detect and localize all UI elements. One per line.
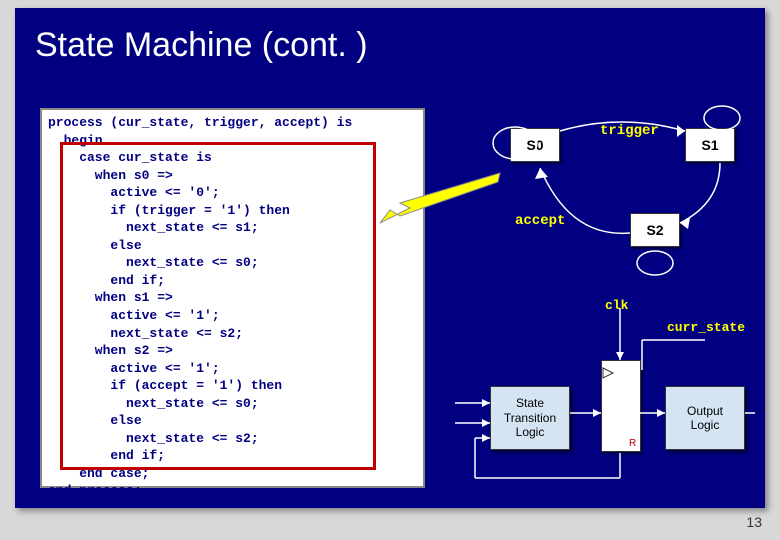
- code-line: active <= '1';: [48, 307, 417, 325]
- block-wires-icon: [455, 308, 755, 488]
- code-line: end case;: [48, 465, 417, 483]
- code-line: next_state <= s0;: [48, 254, 417, 272]
- slide: State Machine (cont. ) process (cur_stat…: [15, 8, 765, 508]
- code-line: end if;: [48, 272, 417, 290]
- code-line: end process;: [48, 482, 417, 500]
- code-line: case cur_state is: [48, 149, 417, 167]
- code-line: begin: [48, 132, 417, 150]
- code-line: end if;: [48, 447, 417, 465]
- code-line: process (cur_state, trigger, accept) is: [48, 114, 417, 132]
- code-line: when s1 =>: [48, 289, 417, 307]
- code-line: next_state <= s0;: [48, 395, 417, 413]
- code-line: else: [48, 237, 417, 255]
- code-line: active <= '0';: [48, 184, 417, 202]
- page-number: 13: [746, 514, 762, 530]
- code-line: next_state <= s2;: [48, 430, 417, 448]
- code-box: process (cur_state, trigger, accept) is …: [40, 108, 425, 488]
- state-arcs-icon: [470, 103, 760, 293]
- code-line: when s2 =>: [48, 342, 417, 360]
- code-line: next_state <= s1;: [48, 219, 417, 237]
- code-line: next_state <= s2;: [48, 325, 417, 343]
- code-line: when s0 =>: [48, 167, 417, 185]
- code-line: if (trigger = '1') then: [48, 202, 417, 220]
- slide-title: State Machine (cont. ): [15, 8, 765, 75]
- code-line: else: [48, 412, 417, 430]
- code-line: if (accept = '1') then: [48, 377, 417, 395]
- code-line: active <= '1';: [48, 360, 417, 378]
